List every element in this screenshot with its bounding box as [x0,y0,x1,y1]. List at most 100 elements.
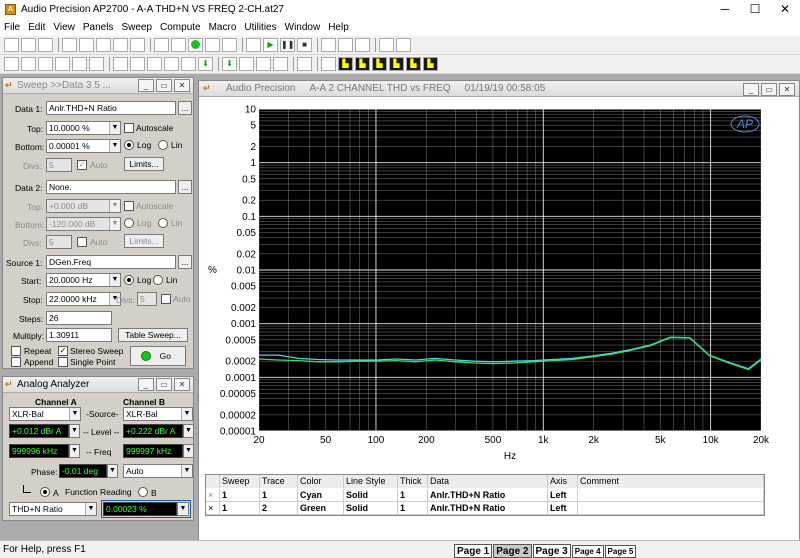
print-icon[interactable] [62,38,77,52]
undo-icon[interactable] [130,38,145,52]
filter-icon[interactable] [113,57,128,71]
row-data[interactable]: Anlr.THD+N Ratio [428,502,548,515]
dsp-icon[interactable] [147,57,162,71]
chevron-down-icon[interactable]: ▼ [69,424,80,438]
paste-icon[interactable] [96,38,111,52]
go-button[interactable]: Go [130,346,186,366]
lin1-radio[interactable] [158,140,168,150]
chevron-down-icon[interactable]: ▼ [109,122,120,134]
panel-minimize-icon[interactable]: _ [138,79,154,92]
stop2-icon[interactable]: ■ [297,38,312,52]
autoscale2-checkbox[interactable] [124,201,134,211]
close-button[interactable]: ✕ [770,0,800,18]
stereo-sweep-checkbox[interactable]: ✓ [58,346,68,356]
pause-icon[interactable]: ❚❚ [280,38,295,52]
single-point-checkbox[interactable] [58,357,68,367]
chevron-down-icon[interactable]: ▼ [183,444,194,458]
steps-field[interactable]: 26 [46,311,112,325]
data2-browse-button[interactable]: ... [178,180,192,194]
menu-panels[interactable]: Panels [79,22,118,33]
bottom1-field[interactable]: 0.00001 % ▼ [46,139,121,153]
page-tab-3[interactable]: Page 3 [532,544,571,558]
data2-field[interactable]: None. [46,180,176,194]
row-thick[interactable]: 1 [398,489,428,502]
bars5-icon[interactable]: ▙ [406,57,421,71]
menu-edit[interactable]: Edit [24,22,49,33]
chevron-down-icon[interactable]: ▼ [181,408,192,420]
chevron-down-icon[interactable]: ▼ [109,274,120,286]
panel-minimize-icon[interactable]: _ [138,378,154,391]
down-icon[interactable]: ⬇ [198,57,213,71]
chevron-down-icon[interactable]: ▼ [69,408,80,420]
menu-window[interactable]: Window [281,22,325,33]
table-row[interactable]: × 1 2 Green Solid 1 Anlr.THD+N Ratio Lef… [206,502,764,515]
graph-icon[interactable] [4,57,19,71]
graph-restore-icon[interactable]: ▭ [761,83,777,96]
bottom2-field[interactable]: -120.000 dB ▼ [46,217,121,231]
auto1-checkbox[interactable]: ✓ [77,160,87,170]
divs1-field[interactable]: 5 [46,158,72,172]
chevron-down-icon[interactable]: ▼ [109,218,120,230]
panel-icon[interactable] [113,38,128,52]
auto3-checkbox[interactable] [161,294,171,304]
eq-icon[interactable] [297,57,312,71]
graph-minimize-icon[interactable]: _ [743,83,759,96]
data1-browse-button[interactable]: ... [178,101,192,115]
stop-field[interactable]: 22.0000 kHz ▼ [46,292,121,306]
page-tab-2[interactable]: Page 2 [493,544,532,558]
function-select[interactable]: THD+N Ratio ▼ [9,502,97,516]
grid-icon[interactable] [379,38,394,52]
divs2-field[interactable]: 5 [46,235,72,249]
glasses2-icon[interactable] [355,38,370,52]
chevron-down-icon[interactable]: ▼ [183,424,194,438]
input-b-select[interactable]: XLR-Bal ▼ [123,407,193,421]
new-icon[interactable] [4,38,19,52]
log1-radio[interactable] [124,140,134,150]
sine-icon[interactable] [21,57,36,71]
page-tab-1[interactable]: Page 1 [454,544,493,558]
bars3-icon[interactable]: ▙ [372,57,387,71]
minimize-button[interactable]: ─ [710,0,740,18]
chevron-down-icon[interactable]: ▼ [85,503,96,515]
auto2-checkbox[interactable] [77,237,87,247]
row-color[interactable]: Cyan [298,489,344,502]
eq2-icon[interactable] [321,57,336,71]
menu-compute[interactable]: Compute [156,22,205,33]
row-comment[interactable] [578,489,764,502]
limits2-button[interactable]: Limits... [124,234,164,248]
repeat-checkbox[interactable] [11,346,21,356]
row-check[interactable]: × [206,489,220,502]
mono-icon[interactable] [164,57,179,71]
panel-restore-icon[interactable]: ▭ [156,378,172,391]
log3-radio[interactable] [124,275,134,285]
chevron-down-icon[interactable]: ▼ [177,502,189,516]
copy-icon[interactable] [79,38,94,52]
panel-restore-icon[interactable]: ▭ [156,79,172,92]
multiply-field[interactable]: 1.30911 [46,328,112,342]
data1-field[interactable]: Anlr.THD+N Ratio [46,101,176,115]
meter-icon[interactable] [181,57,196,71]
open-icon[interactable] [21,38,36,52]
table-sweep-button[interactable]: Table Sweep... [118,328,188,342]
scope-icon[interactable] [38,57,53,71]
menu-macro[interactable]: Macro [205,22,241,33]
down2-icon[interactable]: ⬇ [222,57,237,71]
clear-icon[interactable] [171,38,186,52]
menu-file[interactable]: File [0,22,24,33]
source-browse-button[interactable]: ... [178,255,192,269]
panel-close-icon[interactable]: ✕ [174,79,190,92]
phase-mode-select[interactable]: Auto ▼ [123,464,193,478]
bars2-icon[interactable]: ▙ [355,57,370,71]
redo-icon[interactable] [154,38,169,52]
divs3-field[interactable]: 5 [137,292,157,306]
page-tab-5[interactable]: Page 5 [604,545,637,558]
row-style[interactable]: Solid [344,502,398,515]
bar2-icon[interactable] [239,57,254,71]
stop-icon[interactable] [205,38,220,52]
menu-utilities[interactable]: Utilities [240,22,280,33]
start-field[interactable]: 20.0000 Hz ▼ [46,273,121,287]
autoscale1-checkbox[interactable] [124,123,134,133]
row-axis[interactable]: Left [548,489,578,502]
lin2-radio[interactable] [158,218,168,228]
save-icon[interactable] [38,38,53,52]
